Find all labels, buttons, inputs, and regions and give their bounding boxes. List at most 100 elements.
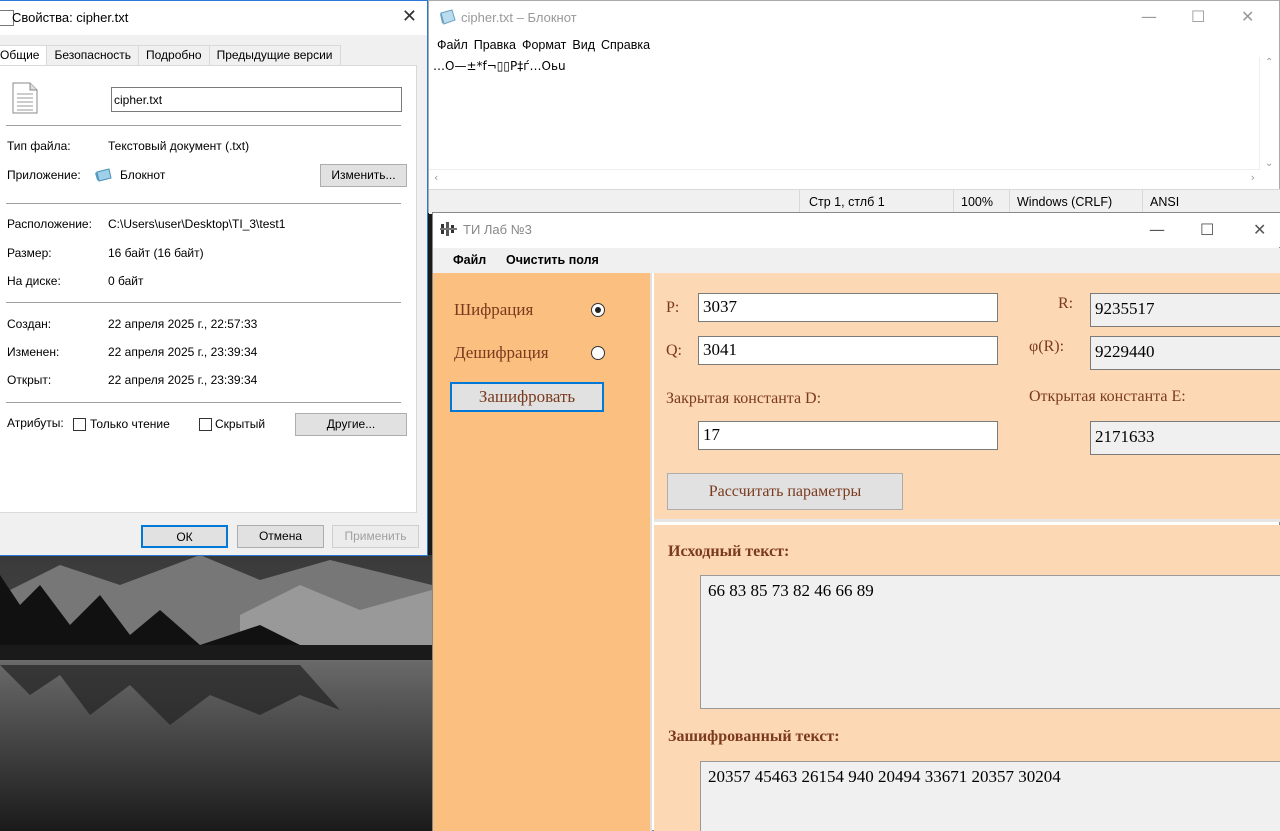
encrypt-mode-label: Шифрация — [454, 300, 534, 319]
tab-details[interactable]: Подробно — [139, 45, 210, 66]
phi-output: 9229440 — [1090, 336, 1280, 370]
location-label: Расположение: — [7, 217, 92, 231]
divider — [6, 402, 401, 403]
file-type-value: Текстовый документ (.txt) — [108, 139, 250, 153]
opened-label: Открыт: — [7, 373, 52, 387]
app-menubar: Файл Очистить поля — [433, 248, 1280, 273]
d-label: Закрытая константа D: — [666, 390, 822, 407]
on-disk-label: На диске: — [7, 274, 61, 288]
other-attributes-button[interactable]: Другие... — [295, 413, 407, 436]
minimize-icon[interactable]: — — [1149, 220, 1165, 240]
horizontal-scrollbar[interactable]: ‹ › — [429, 169, 1260, 187]
close-icon[interactable]: ✕ — [1241, 7, 1254, 27]
minimize-icon[interactable]: — — [1141, 7, 1157, 27]
cancel-button[interactable]: Отмена — [237, 525, 324, 548]
on-disk-value: 0 байт — [108, 274, 144, 288]
general-panel: Тип файла: Текстовый документ (.txt) При… — [0, 65, 417, 513]
file-type-label: Тип файла: — [7, 139, 71, 153]
decrypt-mode-label: Дешифрация — [454, 343, 549, 362]
notepad-icon — [440, 9, 456, 25]
size-value: 16 байт (16 байт) — [108, 246, 204, 260]
attributes-label: Атрибуты: — [7, 416, 64, 430]
desktop-wallpaper — [0, 555, 432, 831]
maximize-icon[interactable]: ☐ — [1200, 220, 1214, 240]
divider — [6, 125, 401, 126]
filename-input[interactable] — [111, 87, 402, 112]
parameters-panel: P: 3037 Q: 3041 R: 9235517 φ(R): 9229440… — [654, 273, 1280, 522]
menu-clear-fields[interactable]: Очистить поля — [506, 253, 599, 267]
zoom-level: 100% — [961, 195, 993, 209]
encoding: ANSI — [1150, 195, 1180, 209]
hidden-checkbox[interactable] — [199, 418, 212, 431]
menu-edit[interactable]: Правка — [472, 38, 520, 52]
location-value: C:\Users\user\Desktop\TI_3\test1 — [108, 217, 286, 231]
modified-value: 22 апреля 2025 г., 23:39:34 — [108, 345, 258, 359]
app-window: ТИ Лаб №3 — ☐ ✕ Файл Очистить поля Шифра… — [432, 212, 1280, 831]
scroll-up-icon[interactable]: ⌃ — [1265, 57, 1273, 68]
app-title: ТИ Лаб №3 — [463, 222, 532, 237]
source-text-label: Исходный текст: — [668, 543, 790, 560]
r-output: 9235517 — [1090, 293, 1280, 327]
created-value: 22 апреля 2025 г., 22:57:33 — [108, 317, 258, 331]
properties-dialog: Свойства: cipher.txt ✕ Общие Безопасност… — [0, 0, 428, 556]
properties-titlebar: Свойства: cipher.txt ✕ — [0, 1, 427, 35]
vertical-scrollbar[interactable]: ⌃ ⌄ — [1259, 57, 1279, 169]
divider — [6, 302, 401, 303]
text-panel: Исходный текст: 66 83 85 73 82 46 66 89 … — [654, 525, 1280, 831]
created-label: Создан: — [7, 317, 52, 331]
r-label: R: — [1058, 295, 1074, 312]
size-label: Размер: — [7, 246, 52, 260]
readonly-label: Только чтение — [90, 417, 170, 431]
d-input[interactable]: 17 — [698, 421, 998, 450]
encrypt-button[interactable]: Зашифровать — [450, 382, 604, 412]
divider — [6, 203, 401, 204]
p-label: P: — [666, 299, 680, 316]
notepad-menubar: Файл Правка Формат Вид Справка — [435, 38, 654, 52]
encrypt-radio[interactable] — [591, 303, 605, 317]
source-text-area[interactable]: 66 83 85 73 82 46 66 89 — [700, 575, 1280, 709]
notepad-title: cipher.txt – Блокнот — [461, 10, 577, 25]
maximize-icon[interactable]: ☐ — [1191, 7, 1205, 27]
menu-view[interactable]: Вид — [570, 38, 599, 52]
phi-label: φ(R): — [1029, 338, 1065, 355]
text-file-icon — [12, 82, 38, 114]
readonly-checkbox[interactable] — [73, 418, 86, 431]
tab-general[interactable]: Общие — [0, 45, 48, 67]
modified-label: Изменен: — [7, 345, 60, 359]
cursor-position: Стр 1, стлб 1 — [809, 195, 885, 209]
e-output: 2171633 — [1090, 421, 1280, 455]
notepad-text-area[interactable]: …O—±*f¬▯▯Р‡ѓ…Оьu — [433, 59, 566, 73]
app-icon — [440, 222, 457, 236]
menu-format[interactable]: Формат — [520, 38, 570, 52]
hidden-label: Скрытый — [215, 417, 266, 431]
menu-file[interactable]: Файл — [435, 38, 472, 52]
scroll-right-icon[interactable]: › — [1251, 171, 1255, 184]
app-titlebar: ТИ Лаб №3 — ☐ ✕ — [433, 213, 1280, 247]
properties-title: Свойства: cipher.txt — [12, 10, 129, 25]
p-input[interactable]: 3037 — [698, 293, 998, 322]
e-label: Открытая константа E: — [1029, 388, 1186, 405]
q-label: Q: — [666, 342, 682, 359]
scroll-left-icon[interactable]: ‹ — [434, 171, 438, 184]
tab-security[interactable]: Безопасность — [47, 45, 140, 66]
ok-button[interactable]: ОК — [141, 525, 228, 548]
close-icon[interactable]: ✕ — [1253, 220, 1266, 240]
scroll-down-icon[interactable]: ⌄ — [1265, 158, 1273, 169]
notepad-statusbar: Стр 1, стлб 1 100% Windows (CRLF) ANSI — [429, 189, 1280, 215]
calculate-parameters-button[interactable]: Рассчитать параметры — [667, 473, 903, 510]
q-input[interactable]: 3041 — [698, 336, 998, 365]
decrypt-radio[interactable] — [591, 346, 605, 360]
properties-tabs: Общие Безопасность Подробно Предыдущие в… — [0, 45, 341, 67]
application-label: Приложение: — [7, 168, 81, 182]
notepad-icon — [95, 168, 112, 182]
application-value: Блокнот — [120, 168, 166, 182]
change-button[interactable]: Изменить... — [320, 164, 407, 187]
tab-previous-versions[interactable]: Предыдущие версии — [209, 45, 341, 66]
opened-value: 22 апреля 2025 г., 23:39:34 — [108, 373, 258, 387]
apply-button[interactable]: Применить — [332, 525, 419, 548]
close-icon[interactable]: ✕ — [402, 7, 417, 27]
menu-file[interactable]: Файл — [453, 253, 486, 267]
cipher-text-area[interactable]: 20357 45463 26154 940 20494 33671 20357 … — [700, 761, 1280, 831]
line-ending: Windows (CRLF) — [1017, 195, 1113, 209]
menu-help[interactable]: Справка — [599, 38, 654, 52]
